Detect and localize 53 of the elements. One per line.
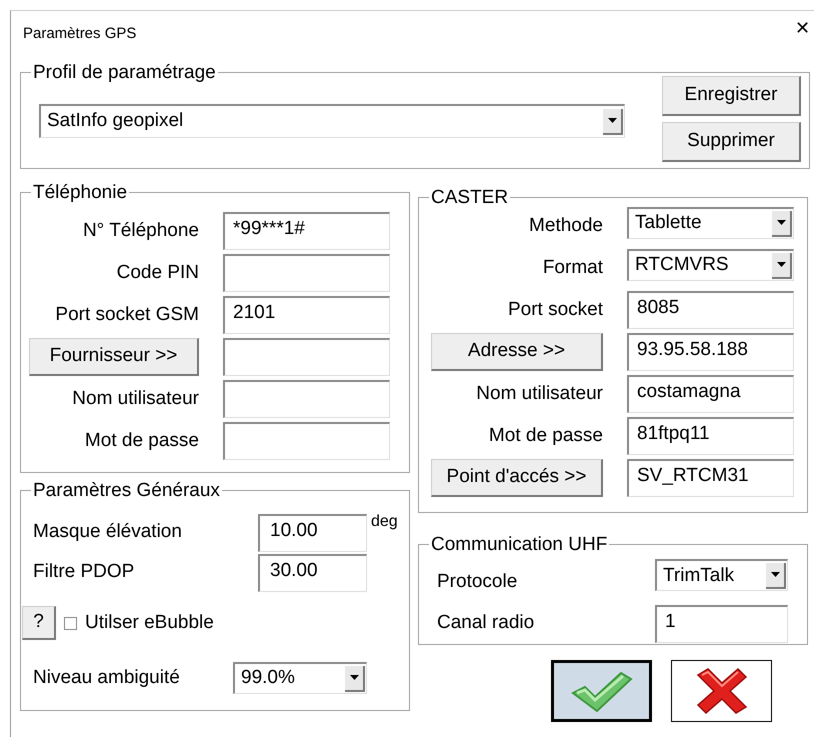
field-label: Port socket	[506, 298, 603, 322]
field-label: Nom utilisateur	[475, 382, 603, 406]
window-title: Paramètres GPS	[23, 24, 136, 44]
field-label: Mot de passe	[488, 424, 603, 448]
input-field[interactable]: *99***1#	[223, 212, 390, 250]
input-field[interactable]: 81ftpq11	[627, 417, 794, 455]
input-field[interactable]: 8085	[627, 291, 794, 329]
dropdown[interactable]: RTCMVRS	[627, 249, 794, 281]
input-field[interactable]: 93.95.58.188	[627, 333, 794, 371]
dropdown[interactable]: SatInfo geopixel	[39, 104, 625, 138]
input-field[interactable]: 30.00	[258, 554, 367, 592]
input-field[interactable]: 2101	[223, 296, 390, 334]
group-label: CASTER	[430, 188, 510, 207]
input-field[interactable]	[223, 380, 390, 418]
input-field[interactable]	[223, 254, 390, 292]
checkbox[interactable]	[64, 616, 77, 630]
field-label: Masque élévation	[33, 520, 183, 544]
field-label: Mot de passe	[84, 428, 199, 453]
field-label: Port socket GSM	[54, 302, 199, 327]
push-button[interactable]: Adresse >>	[431, 333, 603, 371]
dropdown[interactable]: 99.0%	[233, 662, 367, 694]
checkmark-icon	[570, 669, 632, 713]
checkbox-label: Utilser eBubble	[85, 610, 214, 635]
cancel-button[interactable]	[671, 660, 772, 722]
group-label: Paramètres Généraux	[32, 481, 221, 500]
field-label: Filtre PDOP	[33, 560, 136, 584]
push-button[interactable]: Supprimer	[662, 122, 801, 162]
input-field[interactable]: costamagna	[627, 375, 794, 413]
push-button[interactable]: ?	[22, 606, 56, 640]
group-label: Téléphonie	[32, 183, 128, 202]
input-field[interactable]: SV_RTCM31	[627, 459, 794, 497]
push-button[interactable]: Enregistrer	[662, 76, 801, 116]
dropdown[interactable]: Tablette	[627, 207, 794, 239]
field-label: Niveau ambiguité	[33, 666, 181, 690]
close-button[interactable]: ✕	[791, 19, 814, 37]
push-button[interactable]: Point d'accés >>	[431, 459, 603, 497]
field-label: Code PIN	[116, 260, 199, 285]
dropdown[interactable]: TrimTalk	[655, 559, 788, 592]
group-label: Communication UHF	[430, 535, 608, 554]
unit-label: deg	[371, 512, 399, 532]
ok-button[interactable]	[551, 660, 652, 722]
field-label: Protocole	[437, 570, 518, 594]
push-button[interactable]: Fournisseur >>	[29, 338, 199, 376]
group-label: Profil de paramétrage	[32, 63, 217, 82]
field-label: Format	[542, 256, 603, 280]
field-label: Canal radio	[437, 611, 536, 636]
input-field[interactable]: 1	[655, 604, 788, 642]
input-field[interactable]: 10.00	[258, 514, 367, 552]
field-label: Methode	[528, 214, 603, 238]
input-field[interactable]	[223, 422, 390, 460]
field-label: N° Téléphone	[82, 218, 199, 243]
field-label: Nom utilisateur	[71, 386, 199, 411]
input-field[interactable]	[223, 338, 390, 376]
